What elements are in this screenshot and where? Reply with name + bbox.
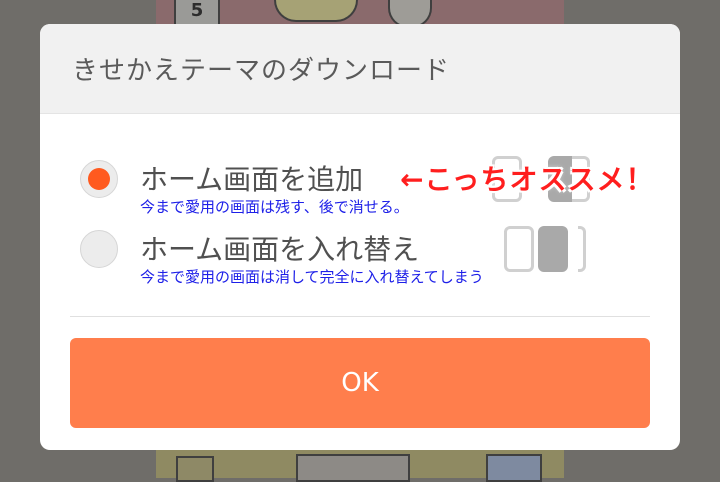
recommendation-annotation: ←こっちオススメ！ (400, 163, 655, 196)
annotation-replace-home-screen: 今まで愛用の画面は消して完全に入れ替えてしまう (140, 268, 484, 286)
ok-button[interactable]: OK (70, 338, 650, 428)
download-theme-dialog: きせかえテーマのダウンロード ホーム画面を追加 ホーム画面を入れ替え 今まで愛用… (40, 24, 680, 450)
dialog-header: きせかえテーマのダウンロード (40, 24, 680, 114)
dialog-title: きせかえテーマのダウンロード (72, 56, 451, 86)
calendar-day: 5 (190, 0, 204, 21)
divider (70, 316, 650, 317)
gift-icon (176, 456, 214, 482)
option-add-home-screen-label[interactable]: ホーム画面を追加 (140, 160, 363, 200)
radio-replace-home-screen[interactable] (80, 230, 118, 268)
option-replace-home-screen-label[interactable]: ホーム画面を入れ替え (140, 230, 419, 270)
background-theme-preview-bottom (156, 448, 564, 482)
radio-selected-dot (88, 168, 110, 190)
character-icon (274, 0, 358, 22)
radio-add-home-screen[interactable] (80, 160, 118, 198)
replace-home-screen-illustration (504, 226, 594, 274)
annotation-add-home-screen: 今まで愛用の画面は残す、後で消せる。 (140, 198, 409, 216)
